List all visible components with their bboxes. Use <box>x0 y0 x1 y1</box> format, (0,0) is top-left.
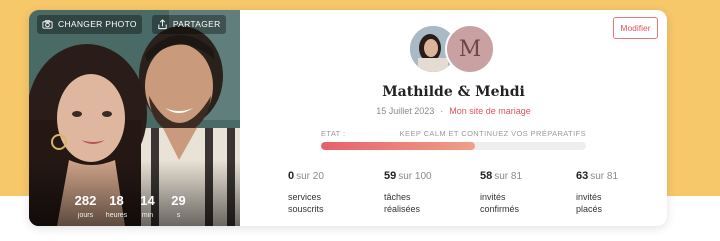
photo-toolbar: CHANGER PHOTO PARTAGER <box>29 10 240 38</box>
wedding-date: 15 Juillet 2023 <box>376 106 435 116</box>
wedding-summary-card: CHANGER PHOTO PARTAGER 282 jours 18 heur… <box>29 10 667 226</box>
status-row: ETAT : KEEP CALM ET CONTINUEZ VOS PRÉPAR… <box>321 129 586 138</box>
modify-button[interactable]: Modifier <box>613 17 658 39</box>
preparation-progress-bar <box>321 142 586 150</box>
stat-guests-seated[interactable]: 63 sur 81 invités placés <box>576 170 666 215</box>
progress-fill <box>321 142 475 150</box>
change-photo-label: CHANGER PHOTO <box>58 19 137 29</box>
stat-guests-confirmed[interactable]: 58 sur 81 invités confirmés <box>480 170 570 215</box>
groom-avatar[interactable]: M <box>445 24 495 74</box>
stat-services[interactable]: 0 sur 20 services souscrits <box>288 170 378 215</box>
countdown-hours: 18 heures <box>105 193 128 219</box>
couple-names: Mathilde & Mehdi <box>382 84 525 100</box>
wedding-info-line: 15 Juillet 2023 · Mon site de mariage <box>240 106 667 116</box>
change-photo-button[interactable]: CHANGER PHOTO <box>37 14 142 34</box>
countdown-days: 282 jours <box>74 193 97 219</box>
wedding-countdown: 282 jours 18 heures 14 min 29 s <box>70 193 194 219</box>
share-button[interactable]: PARTAGER <box>151 14 226 34</box>
camera-icon <box>42 19 53 29</box>
status-message: KEEP CALM ET CONTINUEZ VOS PRÉPARATIFS <box>399 129 586 138</box>
share-icon <box>158 18 167 29</box>
countdown-minutes: 14 min <box>140 193 155 219</box>
countdown-seconds: 29 s <box>171 193 186 219</box>
couple-photo: CHANGER PHOTO PARTAGER 282 jours 18 heur… <box>29 10 240 226</box>
stat-tasks[interactable]: 59 sur 100 tâches réalisées <box>384 170 474 215</box>
share-label: PARTAGER <box>172 19 221 29</box>
separator: · <box>440 106 444 116</box>
wedding-site-link[interactable]: Mon site de mariage <box>449 106 531 116</box>
status-label: ETAT : <box>321 129 346 138</box>
